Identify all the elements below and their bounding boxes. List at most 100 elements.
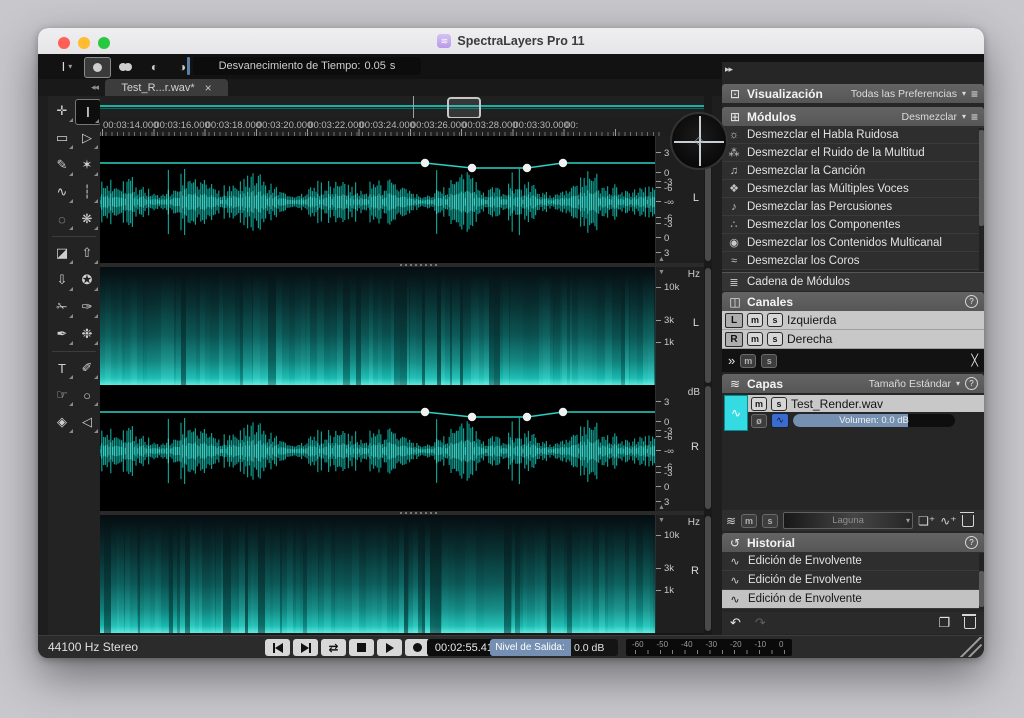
envelope-point[interactable]	[559, 159, 567, 167]
layer-row[interactable]: m s Test_Render.wav	[748, 395, 984, 412]
hand-tool[interactable]: ☞	[50, 383, 74, 407]
clear-history-icon[interactable]	[964, 617, 976, 629]
envelope-point[interactable]	[468, 164, 476, 172]
layer-solo-button[interactable]: s	[771, 397, 787, 411]
waveform-left-channel[interactable]	[100, 136, 655, 263]
help-icon[interactable]: ?	[965, 295, 978, 308]
menu-icon[interactable]: ≡	[971, 110, 978, 124]
spectrogram-right-channel[interactable]	[100, 515, 655, 633]
cross-route-icon[interactable]: ╳	[971, 354, 978, 367]
editor-canvas[interactable]: 00:03:14.00000:03:16.00000:03:18.00000:0…	[100, 96, 712, 635]
modules-category-dropdown[interactable]: Desmezclar	[902, 111, 957, 123]
envelope-point[interactable]	[468, 413, 476, 421]
amplify-tool[interactable]: ⇧	[75, 241, 99, 265]
navigator-view-thumb[interactable]	[447, 97, 481, 119]
attenuate-tool[interactable]: ⇩	[50, 268, 74, 292]
canvas-vertical-scrollbar[interactable]	[704, 96, 712, 635]
minimize-window-button[interactable]	[78, 37, 90, 49]
layer-envelope-button[interactable]: ∿	[771, 413, 789, 428]
blend-split-button[interactable]: ◑	[170, 57, 195, 76]
master-solo-button[interactable]: s	[761, 354, 777, 368]
master-mute-button[interactable]: m	[740, 354, 756, 368]
layer-mute-button[interactable]: m	[751, 397, 767, 411]
module-item[interactable]: ♫Desmezclar la Canción	[722, 162, 984, 180]
output-level-slider[interactable]: Nivel de Salida: 0.0 dB	[490, 639, 618, 656]
preferences-preset-dropdown[interactable]: Todas las Preferencias	[851, 88, 957, 100]
collapse-up-icon[interactable]: ▲	[658, 504, 665, 511]
text-tool[interactable]: T	[50, 356, 74, 380]
layers-panel-header[interactable]: ≋ Capas Tamaño Estándar ▾ ?	[722, 374, 984, 393]
layer-thumbnail[interactable]: ∿	[724, 395, 748, 431]
spray-tool[interactable]: ❉	[75, 322, 99, 346]
overview-navigator[interactable]	[100, 96, 712, 118]
module-item[interactable]: ⁂Desmezclar el Ruido de la Multitud	[722, 144, 984, 162]
waveform-right-channel[interactable]	[100, 385, 655, 511]
envelope-point[interactable]	[559, 408, 567, 416]
skip-start-button[interactable]	[265, 639, 290, 656]
channel-solo-button[interactable]: s	[767, 332, 783, 346]
flatten-layers-icon[interactable]: ≋	[726, 514, 736, 528]
history-item[interactable]: ∿Edición de Envolvente	[722, 552, 984, 571]
eyedropper-tool[interactable]: ✐	[75, 356, 99, 380]
module-item[interactable]: ∴Desmezclar los Componentes	[722, 216, 984, 234]
current-tool-selector[interactable]: I ▾	[52, 57, 82, 76]
fade-slider-handle[interactable]	[187, 57, 190, 75]
envelope-point[interactable]	[421, 159, 429, 167]
heal-tool[interactable]: ✁	[50, 295, 74, 319]
area-selection-tool[interactable]: ◌	[50, 207, 74, 231]
visualization-panel-header[interactable]: ⊡ Visualización Todas las Preferencias ▾…	[722, 84, 984, 103]
collapse-up-icon[interactable]: ▲	[658, 256, 665, 263]
module-item[interactable]: ≈Desmezclar los Coros	[722, 252, 984, 270]
brush-selection-tool[interactable]: ✎	[50, 153, 74, 177]
zoom-tool[interactable]: ○	[75, 383, 99, 407]
history-item[interactable]: ∿Edición de Envolvente	[722, 590, 984, 609]
channels-panel-header[interactable]: ◫ Canales ?	[722, 292, 984, 311]
time-selection-tool[interactable]: I	[75, 99, 101, 125]
layer-volume-slider[interactable]: Volumen: 0.0 dB	[793, 414, 955, 427]
channel-row[interactable]: RmsDerecha	[722, 330, 984, 349]
collapse-down-icon[interactable]: ▼	[658, 269, 665, 276]
layers-mute-button[interactable]: m	[741, 514, 757, 528]
redo-icon[interactable]: ↷	[755, 615, 766, 631]
smudge-tool[interactable]: ✑	[75, 295, 99, 319]
draw-tool[interactable]: ✒	[50, 322, 74, 346]
module-item[interactable]: ❖Desmezclar las Múltiples Voces	[722, 180, 984, 198]
stop-button[interactable]	[349, 639, 374, 656]
envelope-point[interactable]	[523, 164, 531, 172]
resize-grip[interactable]	[958, 637, 982, 657]
skip-end-button[interactable]	[293, 639, 318, 656]
layers-solo-button[interactable]: s	[762, 514, 778, 528]
module-item[interactable]: ◉Desmezclar los Contenidos Multicanal	[722, 234, 984, 252]
navigation-compass[interactable]: ◇	[670, 112, 728, 170]
menu-icon[interactable]: ≡	[971, 87, 978, 101]
playback-tool[interactable]: ◁	[75, 410, 99, 434]
add-layer-icon[interactable]: ∿⁺	[940, 514, 956, 528]
time-fade-field[interactable]: Desvanecimiento de Tiempo: 0.05 s	[193, 57, 421, 75]
copy-icon[interactable]: ❐	[938, 615, 950, 631]
module-item[interactable]: ☼Desmezclar el Habla Ruidosa	[722, 126, 984, 144]
envelope-point[interactable]	[421, 408, 429, 416]
delete-layer-icon[interactable]	[962, 515, 974, 527]
loop-button[interactable]: ⇄	[321, 639, 346, 656]
rectangle-selection-tool[interactable]: ▭	[50, 126, 74, 150]
layer-preset-dropdown[interactable]: Laguna ▾	[783, 512, 913, 529]
channel-row[interactable]: LmsIzquierda	[722, 311, 984, 330]
magic-wand-tool[interactable]: ✶	[75, 153, 99, 177]
module-item[interactable]: ♪Desmezclar las Percusiones	[722, 198, 984, 216]
help-icon[interactable]: ?	[965, 377, 978, 390]
history-scrollbar[interactable]	[979, 553, 984, 609]
layer-size-dropdown[interactable]: Tamaño Estándar	[869, 378, 951, 390]
document-tab[interactable]: Test_R...r.wav* ×	[105, 79, 228, 96]
close-tab-icon[interactable]: ×	[205, 82, 212, 94]
collapse-down-icon[interactable]: ▼	[658, 517, 665, 524]
tab-collapse-icon[interactable]: ◂◂	[91, 82, 98, 93]
blend-full-button[interactable]	[84, 57, 111, 78]
freehand-selection-tool[interactable]: ∿	[50, 180, 74, 204]
layer-phase-button[interactable]: ø	[751, 414, 767, 428]
time-ruler[interactable]: 00:03:14.00000:03:16.00000:03:18.00000:0…	[100, 118, 712, 136]
spectrogram-left-channel[interactable]	[100, 267, 655, 385]
undo-icon[interactable]: ↶	[730, 615, 741, 631]
modules-panel-header[interactable]: ⊞ Módulos Desmezclar ▾ ≡	[722, 107, 984, 126]
eraser-tool[interactable]: ◪	[50, 241, 74, 265]
play-button[interactable]	[377, 639, 402, 656]
